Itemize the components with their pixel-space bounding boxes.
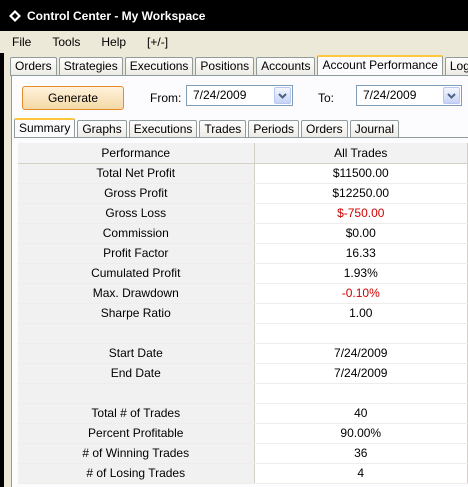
metric-label: Percent Profitable bbox=[18, 423, 255, 444]
menu-tools[interactable]: Tools bbox=[52, 35, 80, 49]
app-icon bbox=[9, 9, 21, 22]
metric-label: Max. Drawdown bbox=[18, 283, 255, 304]
subtab-graphs[interactable]: Graphs bbox=[77, 120, 127, 137]
metric-label: Gross Loss bbox=[18, 203, 255, 224]
table-row[interactable]: # of Losing Trades 4 bbox=[18, 463, 468, 484]
table-row[interactable] bbox=[18, 383, 468, 404]
metric-value: $-750.00 bbox=[254, 203, 468, 224]
table-row[interactable]: Sharpe Ratio 1.00 bbox=[18, 303, 468, 324]
title-bar: Control Center - My Workspace bbox=[0, 0, 468, 31]
metric-value: 1.00 bbox=[254, 303, 468, 324]
subtab-orders[interactable]: Orders bbox=[301, 120, 348, 137]
table-row[interactable] bbox=[18, 323, 468, 344]
generate-button[interactable]: Generate bbox=[22, 86, 124, 110]
metric-value: $0.00 bbox=[254, 223, 468, 244]
metric-value: 4 bbox=[254, 463, 468, 484]
from-label: From: bbox=[150, 91, 182, 105]
metric-value: 1.93% bbox=[254, 263, 468, 284]
table-row[interactable]: Gross Profit $12250.00 bbox=[18, 183, 468, 204]
metric-value: $11500.00 bbox=[254, 163, 468, 184]
from-date-picker[interactable]: 7/24/2009 bbox=[186, 85, 293, 106]
from-date-value: 7/24/2009 bbox=[193, 88, 247, 102]
metric-label: End Date bbox=[18, 363, 255, 384]
menu-help[interactable]: Help bbox=[101, 35, 126, 49]
metric-value bbox=[254, 383, 468, 404]
metric-label: Commission bbox=[18, 223, 255, 244]
tab-accounts[interactable]: Accounts bbox=[256, 57, 316, 75]
to-date-picker[interactable]: 7/24/2009 bbox=[356, 85, 462, 106]
table-header-row: Performance All Trades bbox=[18, 143, 468, 164]
to-label: To: bbox=[318, 91, 335, 105]
to-date-value: 7/24/2009 bbox=[363, 88, 417, 102]
metric-value: $12250.00 bbox=[254, 183, 468, 204]
tab-positions[interactable]: Positions bbox=[195, 57, 255, 75]
metric-label: Profit Factor bbox=[18, 243, 255, 264]
metric-value: 36 bbox=[254, 443, 468, 464]
metric-value: 90.00% bbox=[254, 423, 468, 444]
table-row[interactable]: Total # of Trades 40 bbox=[18, 403, 468, 424]
menu-bar: File Tools Help [+/-] bbox=[0, 31, 468, 53]
metric-value: -0.10% bbox=[254, 283, 468, 304]
table-row[interactable]: Percent Profitable 90.00% bbox=[18, 423, 468, 444]
subtab-periods[interactable]: Periods bbox=[248, 120, 299, 137]
metric-value: 16.33 bbox=[254, 243, 468, 264]
table-row[interactable]: Total Net Profit $11500.00 bbox=[18, 163, 468, 184]
metric-label: Total Net Profit bbox=[18, 163, 255, 184]
metric-value: 7/24/2009 bbox=[254, 363, 468, 384]
tab-account-performance[interactable]: Account Performance bbox=[317, 55, 443, 76]
tab-log[interactable]: Log bbox=[444, 57, 468, 75]
metric-label bbox=[18, 323, 255, 344]
metric-label: Gross Profit bbox=[18, 183, 255, 204]
sub-tab-divider bbox=[14, 137, 468, 138]
menu-file[interactable]: File bbox=[12, 35, 31, 49]
chevron-down-icon bbox=[278, 92, 287, 99]
window-title: Control Center - My Workspace bbox=[27, 8, 206, 23]
subtab-executions[interactable]: Executions bbox=[128, 120, 198, 137]
metric-label: Start Date bbox=[18, 343, 255, 364]
table-row[interactable]: Profit Factor 16.33 bbox=[18, 243, 468, 264]
subtab-journal[interactable]: Journal bbox=[349, 120, 400, 137]
tab-strategies[interactable]: Strategies bbox=[58, 57, 123, 75]
tab-orders[interactable]: Orders bbox=[10, 57, 57, 75]
tab-executions[interactable]: Executions bbox=[124, 57, 194, 75]
chevron-down-icon bbox=[447, 92, 456, 99]
sub-tab-strip: Summary Graphs Executions Trades Periods… bbox=[14, 118, 401, 138]
table-row[interactable]: Commission $0.00 bbox=[18, 223, 468, 244]
table-row[interactable]: # of Winning Trades 36 bbox=[18, 443, 468, 464]
subtab-trades[interactable]: Trades bbox=[199, 120, 247, 137]
column-header-all-trades[interactable]: All Trades bbox=[254, 143, 468, 164]
table-row[interactable]: Cumulated Profit 1.93% bbox=[18, 263, 468, 284]
metric-value: 7/24/2009 bbox=[254, 343, 468, 364]
metric-label: Total # of Trades bbox=[18, 403, 255, 424]
from-dropdown-button[interactable] bbox=[274, 87, 291, 104]
main-tab-strip: Orders Strategies Executions Positions A… bbox=[10, 55, 468, 76]
left-window-edge bbox=[0, 53, 4, 487]
metric-label bbox=[18, 383, 255, 404]
column-header-performance[interactable]: Performance bbox=[18, 143, 255, 164]
to-dropdown-button[interactable] bbox=[443, 87, 460, 104]
metric-value: 40 bbox=[254, 403, 468, 424]
metric-value bbox=[254, 323, 468, 344]
menu-expand-toggle[interactable]: [+/-] bbox=[147, 35, 168, 49]
metric-label: # of Losing Trades bbox=[18, 463, 255, 484]
table-row[interactable]: Start Date 7/24/2009 bbox=[18, 343, 468, 364]
metric-label: # of Winning Trades bbox=[18, 443, 255, 464]
subtab-summary[interactable]: Summary bbox=[14, 118, 76, 138]
table-row[interactable]: Max. Drawdown -0.10% bbox=[18, 283, 468, 304]
performance-table: Performance All Trades Total Net Profit $… bbox=[18, 143, 468, 484]
metric-label: Sharpe Ratio bbox=[18, 303, 255, 324]
table-row[interactable]: Gross Loss $-750.00 bbox=[18, 203, 468, 224]
table-row[interactable]: End Date 7/24/2009 bbox=[18, 363, 468, 384]
metric-label: Cumulated Profit bbox=[18, 263, 255, 284]
